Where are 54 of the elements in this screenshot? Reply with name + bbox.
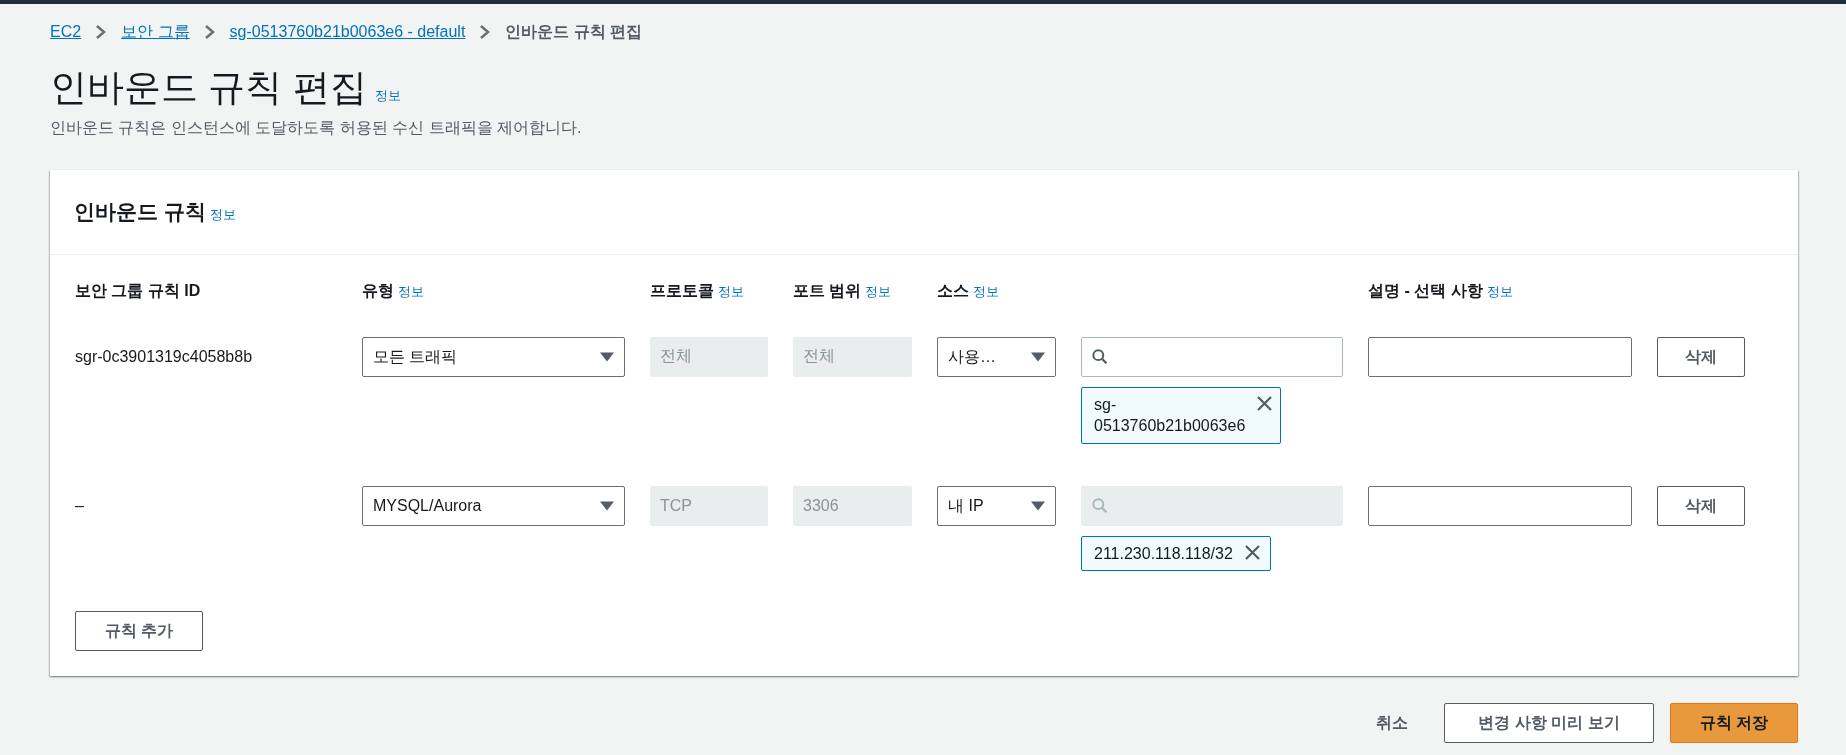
search-field[interactable] <box>1081 336 1343 377</box>
search-icon <box>1092 497 1108 515</box>
source-token: sg-0513760b21b0063e6 <box>1081 386 1281 444</box>
column-header: 설명 - 선택 사항 <box>1368 281 1483 299</box>
column-header: 프로토콜 <box>650 281 714 299</box>
delete-button[interactable]: 삭제 <box>1657 485 1745 526</box>
breadcrumb-link[interactable]: 보안 그룹 <box>121 20 190 44</box>
info-link[interactable]: 정보 <box>398 283 424 299</box>
preview-button[interactable]: 변경 사항 미리 보기 <box>1444 703 1654 744</box>
source-token: 211.230.118.118/32 <box>1081 535 1271 572</box>
caret-icon <box>1031 351 1045 362</box>
caret-icon <box>600 351 614 362</box>
info-link[interactable]: 정보 <box>718 283 744 299</box>
protocol-field: 전체 <box>650 336 768 377</box>
info-link[interactable]: 정보 <box>374 86 401 106</box>
search-icon <box>1092 348 1108 366</box>
column-header: 포트 범위 <box>793 281 862 299</box>
port-range-field: 3306 <box>793 485 912 526</box>
source-select[interactable]: 사용… <box>937 336 1056 377</box>
chevron-right-icon <box>479 24 492 40</box>
close-icon <box>1257 395 1273 411</box>
caret-icon <box>600 500 614 511</box>
info-link[interactable]: 정보 <box>1486 283 1513 299</box>
info-link[interactable]: 정보 <box>209 205 236 225</box>
description-field[interactable] <box>1368 336 1632 377</box>
delete-button[interactable]: 삭제 <box>1657 336 1745 377</box>
rule-id: – <box>75 496 84 514</box>
remove-button[interactable] <box>1255 393 1275 413</box>
remove-button[interactable] <box>1242 542 1262 562</box>
breadcrumb-link[interactable]: sg-0513760b21b0063e6 - default <box>229 20 466 44</box>
add-rule-button[interactable]: 규칙 추가 <box>75 611 203 652</box>
caret-icon <box>1031 500 1045 511</box>
save-button[interactable]: 규칙 저장 <box>1670 703 1798 744</box>
column-header: 소스 <box>937 281 969 299</box>
panel-title: 인바운드 규칙 <box>74 199 206 226</box>
info-link[interactable]: 정보 <box>973 283 999 299</box>
breadcrumb-current: 인바운드 규칙 편집 <box>505 22 643 42</box>
port-range-field: 전체 <box>793 336 912 377</box>
column-header: 유형 <box>362 281 394 299</box>
chevron-right-icon <box>203 24 216 40</box>
page-description: 인바운드 규칙은 인스턴스에 도달하도록 허용된 수신 트래픽을 제어합니다. <box>50 118 583 139</box>
type-select[interactable]: 모든 트래픽 <box>362 336 625 377</box>
breadcrumb-link[interactable]: EC2 <box>50 20 82 44</box>
cancel-button[interactable]: 취소 <box>1356 703 1428 744</box>
info-link[interactable]: 정보 <box>865 283 892 299</box>
description-field[interactable] <box>1368 485 1632 526</box>
column-header: 보안 그룹 규칙 ID <box>75 281 201 299</box>
page-title: 인바운드 규칙 편집 <box>50 66 367 110</box>
type-select[interactable]: MYSQL/Aurora <box>362 485 625 526</box>
chevron-right-icon <box>95 24 108 40</box>
protocol-field: TCP <box>650 485 768 526</box>
source-select[interactable]: 내 IP <box>937 485 1056 526</box>
close-icon <box>1244 544 1260 560</box>
rule-id: sgr-0c3901319c4058b8b <box>75 347 253 365</box>
